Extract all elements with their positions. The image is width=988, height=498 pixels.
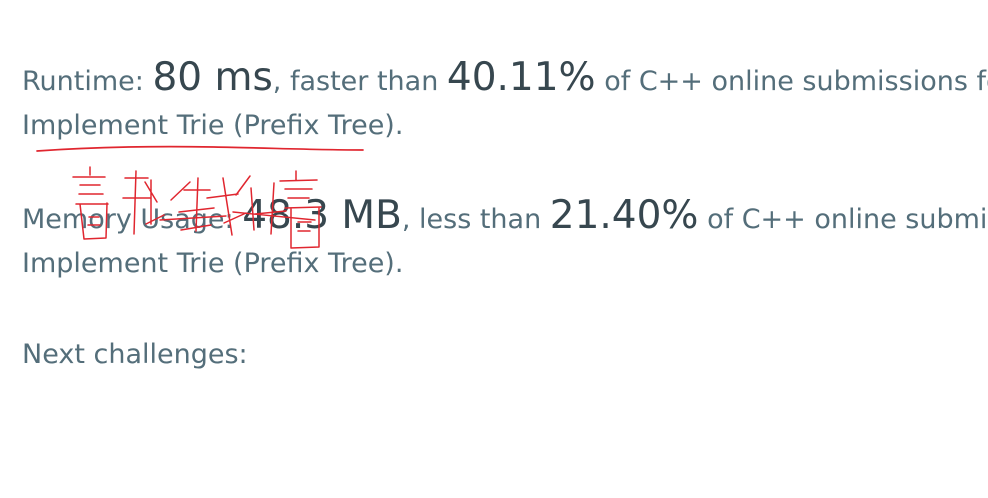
runtime-problem-name: Implement Trie (Prefix Tree). [22,110,404,141]
next-challenges-label: Next challenges: [22,339,248,370]
runtime-summary-line: Runtime: 80 ms, faster than 40.11% of C+… [22,58,988,97]
runtime-suffix: of C++ online submissions for [595,66,988,97]
runtime-percent: 40.11% [446,55,596,100]
memory-problem-name: Implement Trie (Prefix Tree). [22,248,404,279]
runtime-problem-line: Implement Trie (Prefix Tree). [22,112,403,139]
memory-value: 48.3 MB [242,193,402,238]
underline-stroke [36,145,364,152]
memory-percent: 21.40% [549,193,699,238]
memory-suffix: of C++ online submissions for [707,204,988,235]
memory-label: Memory Usage: [22,204,243,235]
runtime-faster-prefix: , faster than [272,66,447,97]
next-challenges-heading: Next challenges: [22,341,248,368]
submission-result-panel: Runtime: 80 ms, faster than 40.11% of C+… [0,0,988,498]
memory-summary-line: Memory Usage: 48.3 MB, less than 21.40% … [22,196,988,235]
runtime-label: Runtime: [22,66,153,97]
memory-less-prefix: , less than [401,204,550,235]
memory-problem-line: Implement Trie (Prefix Tree). [22,250,403,277]
runtime-value: 80 ms [152,55,273,100]
